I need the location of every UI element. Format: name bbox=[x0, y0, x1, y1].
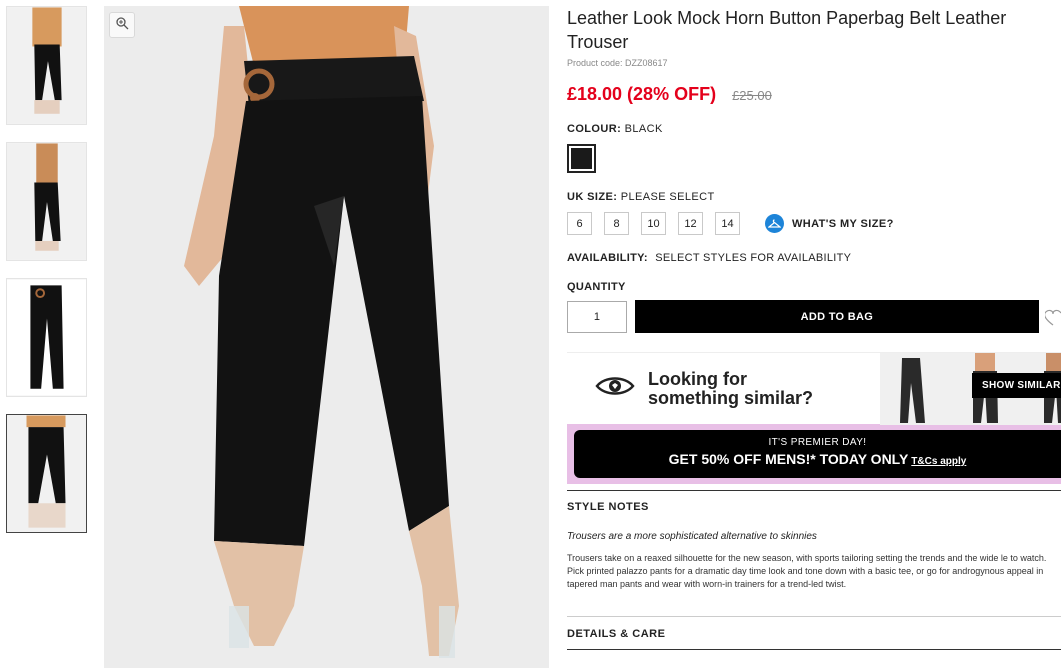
hanger-icon bbox=[765, 214, 784, 233]
add-to-bag-button[interactable]: ADD TO BAG bbox=[634, 300, 1039, 333]
product-details-panel: Leather Look Mock Horn Button Paperbag B… bbox=[567, 6, 1061, 650]
thumbnail-2[interactable] bbox=[6, 142, 87, 261]
promo-tc-link[interactable]: T&Cs apply bbox=[911, 456, 966, 467]
thumbnail-gallery bbox=[6, 6, 88, 550]
similar-heading: Looking for something similar? bbox=[648, 368, 814, 408]
thumbnail-3[interactable] bbox=[6, 278, 87, 397]
promo-line-2-wrap: GET 50% OFF MENS!* TODAY ONLY T&Cs apply bbox=[574, 451, 1061, 467]
sale-price: £18.00 (28% OFF) bbox=[567, 84, 717, 104]
thumbnail-4[interactable] bbox=[6, 414, 87, 533]
thumbnail-1[interactable] bbox=[6, 6, 87, 125]
heart-icon[interactable] bbox=[1044, 307, 1061, 327]
whats-my-size-label: WHAT'S MY SIZE? bbox=[792, 217, 894, 230]
quantity-input[interactable]: 1 bbox=[567, 300, 627, 333]
show-similar-button[interactable]: SHOW SIMILAR bbox=[972, 373, 1061, 398]
details-care-heading[interactable]: DETAILS & CARE bbox=[567, 616, 1061, 640]
style-notes-heading[interactable]: STYLE NOTES bbox=[567, 501, 1061, 513]
promo-banner[interactable]: IT'S PREMIER DAY! GET 50% OFF MENS!* TOD… bbox=[567, 424, 1061, 484]
size-option-8[interactable]: 8 bbox=[604, 212, 629, 235]
style-notes-body: Trousers take on a reaxed silhouette for… bbox=[567, 553, 1047, 589]
availability: AVAILABILITY: SELECT STYLES FOR AVAILABI… bbox=[567, 252, 1061, 264]
promo-box: IT'S PREMIER DAY! GET 50% OFF MENS!* TOD… bbox=[574, 430, 1061, 478]
price-row: £18.00 (28% OFF) £25.00 bbox=[567, 84, 1061, 105]
zoom-button[interactable] bbox=[109, 12, 135, 38]
size-option-14[interactable]: 14 bbox=[715, 212, 740, 235]
zoom-icon bbox=[115, 16, 129, 35]
promo-line-1: IT'S PREMIER DAY! bbox=[768, 437, 867, 448]
whats-my-size-link[interactable]: WHAT'S MY SIZE? bbox=[765, 214, 894, 233]
eye-icon bbox=[595, 375, 635, 402]
promo-line-2: GET 50% OFF MENS!* TODAY ONLY bbox=[668, 451, 909, 467]
size-option-10[interactable]: 10 bbox=[641, 212, 666, 235]
original-price: £25.00 bbox=[732, 88, 772, 103]
swatch-fill bbox=[571, 148, 592, 169]
similar-items-banner: Looking for something similar? SHOW SIMI… bbox=[567, 352, 1061, 425]
main-product-image[interactable] bbox=[104, 6, 549, 668]
colour-key: COLOUR: bbox=[567, 123, 622, 135]
size-label: UK SIZE: PLEASE SELECT bbox=[567, 191, 1061, 203]
product-title: Leather Look Mock Horn Button Paperbag B… bbox=[567, 8, 1007, 52]
colour-label: COLOUR: BLACK bbox=[567, 123, 1061, 135]
similar-thumb-1[interactable] bbox=[880, 353, 951, 425]
divider bbox=[567, 649, 1061, 650]
size-option-6[interactable]: 6 bbox=[567, 212, 592, 235]
style-notes-lead: Trousers are a more sophisticated altern… bbox=[567, 531, 817, 542]
availability-value: SELECT STYLES FOR AVAILABILITY bbox=[655, 252, 852, 264]
colour-value: BLACK bbox=[624, 123, 663, 135]
size-option-12[interactable]: 12 bbox=[678, 212, 703, 235]
size-value: PLEASE SELECT bbox=[620, 191, 715, 203]
size-key: UK SIZE: bbox=[567, 191, 618, 203]
style-notes-section: STYLE NOTES Trousers are a more sophisti… bbox=[567, 490, 1061, 591]
similar-line-1: Looking for bbox=[648, 368, 747, 389]
similar-line-2: something similar? bbox=[648, 387, 814, 408]
product-code: Product code: DZZ08617 bbox=[567, 58, 668, 68]
colour-swatch-black[interactable] bbox=[567, 144, 596, 173]
quantity-row: 1 ADD TO BAG bbox=[567, 300, 1061, 333]
quantity-label: QUANTITY bbox=[567, 281, 626, 293]
size-options: 6 8 10 12 14 WHAT'S MY SIZE? bbox=[567, 212, 1061, 235]
availability-key: AVAILABILITY: bbox=[567, 252, 648, 264]
